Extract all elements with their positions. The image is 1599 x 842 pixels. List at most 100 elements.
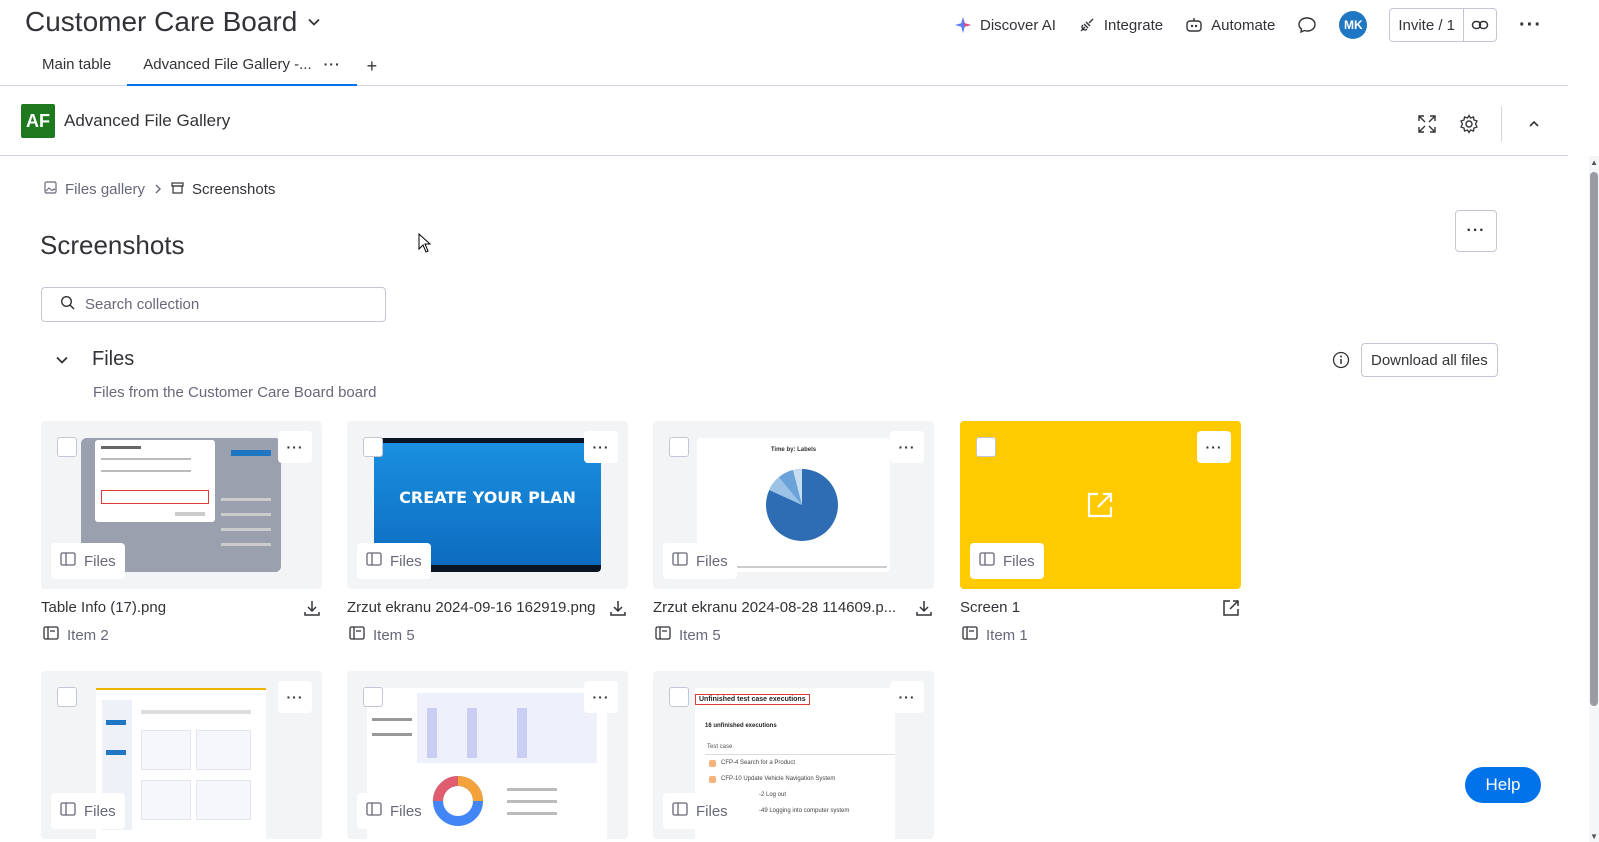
file-card[interactable]: ··· Files Screen 1 Item 1 [960,421,1241,645]
card-more-button[interactable]: ··· [1197,431,1231,463]
select-checkbox[interactable] [57,437,77,457]
file-name[interactable]: Table Info (17).png [41,599,166,616]
board-header: Customer Care Board Discover AI Integrat… [0,0,1568,86]
comment-icon[interactable] [1297,15,1317,35]
badge-label: Files [84,552,116,570]
gear-icon[interactable] [1459,114,1479,134]
chevron-down-icon[interactable] [54,352,70,368]
item-link[interactable]: Item 5 [655,626,721,644]
files-badge: Files [663,543,737,579]
external-link-icon [1085,490,1115,525]
select-checkbox[interactable] [57,687,77,707]
item-link[interactable]: Item 5 [349,626,415,644]
discover-ai-label: Discover AI [980,16,1056,34]
breadcrumb: Files gallery Screenshots [44,181,275,198]
external-link-icon[interactable] [1221,598,1241,618]
help-button[interactable]: Help [1465,767,1541,803]
file-meta: Table Info (17).png Item 2 [41,589,322,645]
files-badge: Files [51,543,125,579]
board-title-text: Customer Care Board [25,6,298,37]
item-icon [349,626,365,644]
integrate-button[interactable]: Integrate [1078,16,1163,34]
card-more-button[interactable]: ··· [278,431,312,463]
more-options-icon[interactable]: ··· [1519,14,1542,37]
collapse-up-icon[interactable] [1524,114,1544,134]
file-name[interactable]: Zrzut ekranu 2024-08-28 114609.p... [653,599,896,616]
info-icon[interactable] [1332,351,1350,374]
file-thumbnail[interactable]: Unfinished test case executions 16 unfin… [653,671,934,839]
invite-button-group: Invite / 1 [1389,8,1498,42]
scroll-up-icon[interactable]: ▲ [1590,158,1598,167]
app-bar: AF Advanced File Gallery [0,86,1568,156]
automate-button[interactable]: Automate [1185,16,1275,34]
file-card[interactable]: Time by: Labels ··· Files Zrzut ekranu 2… [653,421,934,645]
download-all-button[interactable]: Download all files [1361,343,1498,377]
discover-ai-button[interactable]: Discover AI [954,16,1056,34]
card-more-button[interactable]: ··· [584,431,618,463]
file-meta: Screen 1 Item 1 [960,589,1241,645]
badge-label: Files [1003,552,1035,570]
file-card[interactable]: CREATE YOUR PLAN ··· Files Zrzut ekranu … [347,421,628,645]
file-thumbnail[interactable]: ··· Files [960,421,1241,589]
file-name[interactable]: Zrzut ekranu 2024-09-16 162919.png [347,599,596,616]
card-more-button[interactable]: ··· [890,681,924,713]
board-icon [60,802,76,820]
chevron-down-icon [307,15,321,34]
select-checkbox[interactable] [976,437,996,457]
select-checkbox[interactable] [669,437,689,457]
section-title: Files [92,348,135,370]
file-thumbnail[interactable]: ··· Files [41,671,322,839]
file-meta: Zrzut ekranu 2024-08-28 114609.p... Item… [653,589,934,645]
chevron-right-icon [153,182,163,198]
download-icon[interactable] [914,598,934,618]
file-card[interactable]: ··· Files Table Info (17).png Item 2 [41,421,322,645]
tab-main-table[interactable]: Main table [26,46,127,86]
item-link[interactable]: Item 2 [43,626,109,644]
tab-advanced-file-gallery[interactable]: Advanced File Gallery -... ··· [127,46,358,86]
file-thumbnail[interactable]: ··· Files [41,421,322,589]
badge-label: Files [696,802,728,820]
tab-options-icon[interactable]: ··· [324,56,341,86]
board-icon [672,802,688,820]
thumbnail-text: Test case [707,744,733,750]
card-more-button[interactable]: ··· [278,681,312,713]
item-link[interactable]: Item 1 [962,626,1028,644]
automate-label: Automate [1211,16,1276,34]
avatar[interactable]: MK [1339,11,1368,39]
file-card[interactable]: ··· Files [41,671,322,839]
file-card[interactable]: ··· Files [347,671,628,839]
add-view-icon[interactable]: + [357,46,388,86]
collection-more-button[interactable]: ··· [1455,210,1497,252]
file-thumbnail[interactable]: ··· Files [347,671,628,839]
card-more-button[interactable]: ··· [890,431,924,463]
scrollbar-thumb[interactable] [1590,172,1598,706]
file-name[interactable]: Screen 1 [960,599,1020,616]
donut-thumbnail [433,776,483,826]
select-checkbox[interactable] [363,437,383,457]
card-more-button[interactable]: ··· [584,681,618,713]
invite-button[interactable]: Invite / 1 [1390,9,1465,41]
page-title: Screenshots [40,230,185,260]
scroll-down-icon[interactable]: ▼ [1590,832,1598,841]
search-input[interactable] [85,296,365,313]
file-card[interactable]: Unfinished test case executions 16 unfin… [653,671,934,839]
files-badge: Files [357,793,431,829]
breadcrumb-root[interactable]: Files gallery [65,181,145,198]
download-icon[interactable] [608,598,628,618]
search-icon [60,295,75,315]
item-icon [655,626,671,644]
search-box [41,287,386,322]
section-subtitle: Files from the Customer Care Board board [93,384,377,401]
board-title[interactable]: Customer Care Board [25,6,321,38]
integrate-label: Integrate [1103,16,1164,34]
fullscreen-icon[interactable] [1417,114,1437,134]
download-icon[interactable] [302,598,322,618]
file-thumbnail[interactable]: CREATE YOUR PLAN ··· Files [347,421,628,589]
file-thumbnail[interactable]: Time by: Labels ··· Files [653,421,934,589]
copy-link-icon[interactable] [1464,9,1496,41]
select-checkbox[interactable] [363,687,383,707]
select-checkbox[interactable] [669,687,689,707]
badge-label: Files [390,552,422,570]
files-badge: Files [970,543,1044,579]
board-icon [366,552,382,570]
